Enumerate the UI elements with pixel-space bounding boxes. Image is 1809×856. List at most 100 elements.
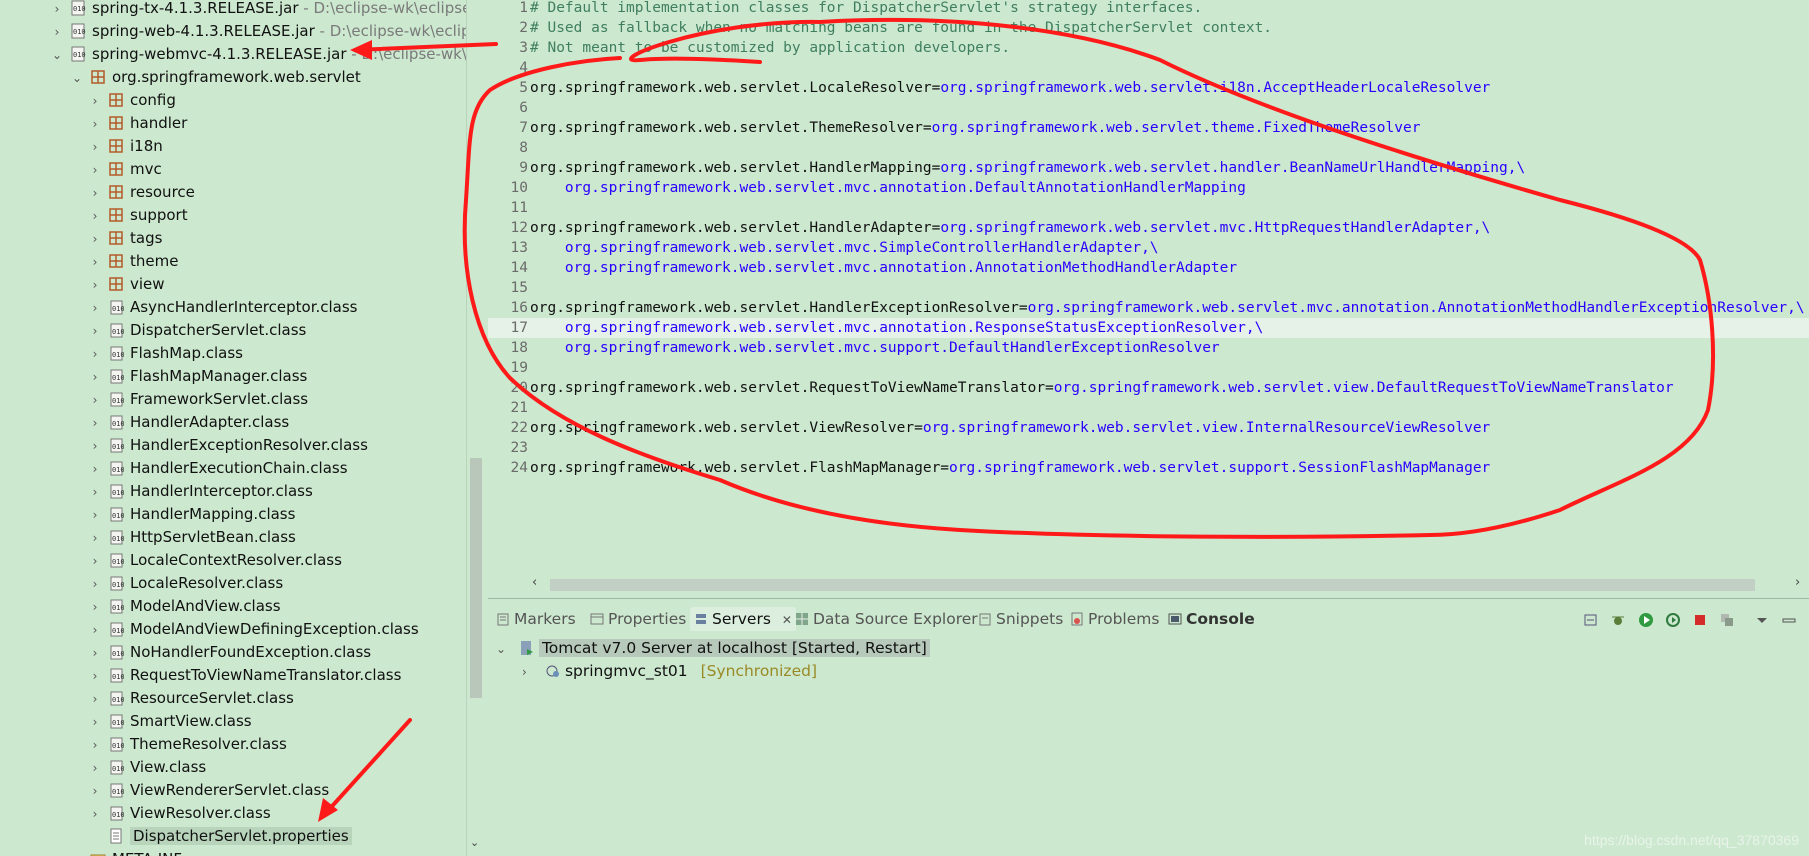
code-line[interactable]: 22 org.springframework.web.servlet.ViewRe… — [488, 418, 1491, 438]
code-line[interactable]: 24 org.springframework.web.servlet.FlashM… — [488, 458, 1491, 478]
chevron-right-icon[interactable]: › — [88, 527, 102, 550]
code-line[interactable]: 13 org.springframework.web.servlet.mvc.S… — [488, 238, 1159, 258]
chevron-right-icon[interactable]: › — [88, 734, 102, 757]
close-tab-icon[interactable]: ✕ — [782, 613, 792, 627]
code-line[interactable]: 9 org.springframework.web.servlet.Handler… — [488, 158, 1525, 178]
chevron-right-icon[interactable]: › — [88, 619, 102, 642]
publish-icon[interactable] — [1719, 612, 1735, 628]
chevron-right-icon[interactable]: › — [88, 297, 102, 320]
chevron-right-icon[interactable]: › — [88, 481, 102, 504]
tab-data-source-explorer[interactable]: Data Source Explorer — [795, 607, 978, 631]
chevron-right-icon[interactable]: › — [88, 711, 102, 734]
code-line[interactable]: 6 — [488, 98, 530, 118]
code-line[interactable]: 21 — [488, 398, 530, 418]
explorer-item[interactable]: › 010 HandlerInterceptor.class — [88, 480, 313, 503]
code-line[interactable]: 18 org.springframework.web.servlet.mvc.s… — [488, 338, 1220, 358]
explorer-item[interactable]: › view — [88, 273, 165, 296]
explorer-item[interactable]: › support — [88, 204, 188, 227]
scroll-right-icon[interactable]: › — [1795, 575, 1800, 590]
chevron-right-icon[interactable]: › — [88, 136, 102, 159]
chevron-right-icon[interactable]: › — [88, 688, 102, 711]
chevron-right-icon[interactable]: › — [88, 113, 102, 136]
code-line[interactable]: 12 org.springframework.web.servlet.Handle… — [488, 218, 1491, 238]
explorer-item[interactable]: › 010 ViewRendererServlet.class — [88, 779, 330, 803]
explorer-item[interactable]: › 010 AsyncHandlerInterceptor.class — [88, 296, 358, 319]
explorer-item[interactable]: › 010 FlashMap.class — [88, 342, 243, 365]
code-line[interactable]: 7 org.springframework.web.servlet.ThemeRe… — [488, 118, 1420, 138]
chevron-right-icon[interactable]: › — [88, 90, 102, 113]
code-line[interactable]: 3 # Not meant to be customized by applica… — [488, 38, 1010, 58]
code-line[interactable]: 10 org.springframework.web.servlet.mvc.a… — [488, 178, 1246, 198]
explorer-item[interactable]: › 010 spring-web-4.1.3.RELEASE.jar - D:\ec… — [50, 20, 466, 43]
chevron-right-icon[interactable]: › — [88, 182, 102, 205]
scroll-down-icon[interactable]: ⌄ — [470, 836, 479, 849]
explorer-item[interactable]: › 010 HandlerExecutionChain.class — [88, 457, 348, 480]
explorer-item[interactable]: › 010 LocaleContextResolver.class — [88, 549, 342, 572]
profile-server-icon[interactable] — [1665, 612, 1681, 628]
explorer-item[interactable]: › 010 LocaleResolver.class — [88, 572, 284, 595]
chevron-right-icon[interactable]: › — [522, 661, 536, 683]
explorer-scrollbar[interactable] — [466, 0, 487, 856]
explorer-item[interactable]: ⌄ org.springframework.web.servlet — [70, 66, 361, 89]
chevron-right-icon[interactable]: › — [88, 458, 102, 481]
chevron-right-icon[interactable]: › — [88, 343, 102, 366]
explorer-item[interactable]: › 010 ModelAndView.class — [88, 595, 281, 618]
explorer-item[interactable]: › 010 NoHandlerFoundException.class — [88, 641, 372, 665]
code-line[interactable]: 16 org.springframework.web.servlet.Handle… — [488, 298, 1805, 318]
chevron-right-icon[interactable]: › — [88, 320, 102, 343]
explorer-item[interactable]: › 010 SmartView.class — [88, 710, 252, 733]
chevron-right-icon[interactable]: › — [88, 435, 102, 458]
chevron-right-icon[interactable]: › — [88, 251, 102, 274]
start-server-icon[interactable] — [1638, 612, 1654, 628]
explorer-item[interactable]: › META-INF — [70, 848, 182, 856]
explorer-item[interactable]: › 010 HandlerMapping.class — [88, 503, 296, 527]
module-row[interactable]: › springmvc_st01 [Synchronized] — [522, 660, 817, 682]
tab-servers[interactable]: Servers ✕ — [690, 607, 796, 631]
code-line[interactable]: 5 org.springframework.web.servlet.LocaleR… — [488, 78, 1490, 98]
code-line[interactable]: 14 org.springframework.web.servlet.mvc.a… — [488, 258, 1238, 278]
chevron-right-icon[interactable]: › — [88, 780, 102, 803]
chevron-right-icon[interactable]: › — [50, 0, 64, 21]
code-line[interactable]: 20 org.springframework.web.servlet.Reques… — [488, 378, 1674, 398]
view-menu-icon[interactable] — [1754, 612, 1770, 628]
chevron-right-icon[interactable]: › — [88, 504, 102, 527]
chevron-right-icon[interactable]: › — [50, 21, 64, 44]
chevron-right-icon[interactable]: › — [88, 274, 102, 297]
tab-snippets[interactable]: Snippets — [978, 607, 1063, 631]
chevron-right-icon[interactable]: › — [70, 849, 84, 856]
code-line[interactable]: 2 # Used as fallback when no matching bea… — [488, 18, 1272, 38]
code-line[interactable]: 11 — [488, 198, 530, 218]
chevron-right-icon[interactable]: › — [88, 642, 102, 665]
explorer-item[interactable]: › 010 HandlerAdapter.class — [88, 411, 290, 435]
editor-hscroll-thumb[interactable] — [550, 579, 1755, 591]
code-line[interactable]: 1 # Default implementation classes for Di… — [488, 0, 1202, 18]
code-line[interactable]: 8 — [488, 138, 530, 158]
properties-editor[interactable]: 1 # Default implementation classes for Di… — [488, 0, 1809, 580]
explorer-item[interactable]: › handler — [88, 112, 188, 136]
scroll-left-icon[interactable]: ‹ — [532, 575, 537, 590]
explorer-item[interactable]: › theme — [88, 250, 179, 274]
explorer-item[interactable]: › 010 spring-tx-4.1.3.RELEASE.jar - D:\ecl… — [50, 0, 466, 20]
code-line[interactable]: 15 — [488, 278, 530, 298]
explorer-item[interactable]: › 010 ThemeResolver.class — [88, 733, 287, 756]
explorer-item[interactable]: › 010 ResourceServlet.class — [88, 687, 294, 710]
chevron-right-icon[interactable]: › — [88, 159, 102, 182]
minimize-icon[interactable] — [1781, 612, 1797, 628]
explorer-item[interactable]: › 010 FrameworkServlet.class — [88, 388, 309, 411]
chevron-right-icon[interactable]: › — [88, 412, 102, 435]
explorer-item[interactable]: › i18n — [88, 135, 163, 158]
tomcat-server-row[interactable]: ⌄ Tomcat v7.0 Server at localhost [Start… — [496, 637, 930, 659]
chevron-down-icon[interactable]: ⌄ — [70, 67, 84, 90]
chevron-right-icon[interactable]: › — [88, 205, 102, 228]
collapse-all-icon[interactable] — [1583, 612, 1599, 628]
chevron-right-icon[interactable]: › — [88, 550, 102, 573]
explorer-item[interactable]: › config — [88, 89, 176, 112]
chevron-right-icon[interactable]: › — [88, 366, 102, 389]
explorer-item[interactable]: › 010 DispatcherServlet.class — [88, 319, 307, 343]
tab-problems[interactable]: Problems — [1070, 607, 1159, 631]
chevron-right-icon[interactable]: › — [88, 228, 102, 251]
explorer-item[interactable]: › mvc — [88, 158, 162, 181]
explorer-item[interactable]: DispatcherServlet.properties — [88, 825, 352, 848]
explorer-item[interactable]: ⌄ 010 spring-webmvc-4.1.3.RELEASE.jar - D:… — [50, 43, 466, 66]
explorer-item[interactable]: › 010 HandlerExceptionResolver.class — [88, 434, 368, 457]
